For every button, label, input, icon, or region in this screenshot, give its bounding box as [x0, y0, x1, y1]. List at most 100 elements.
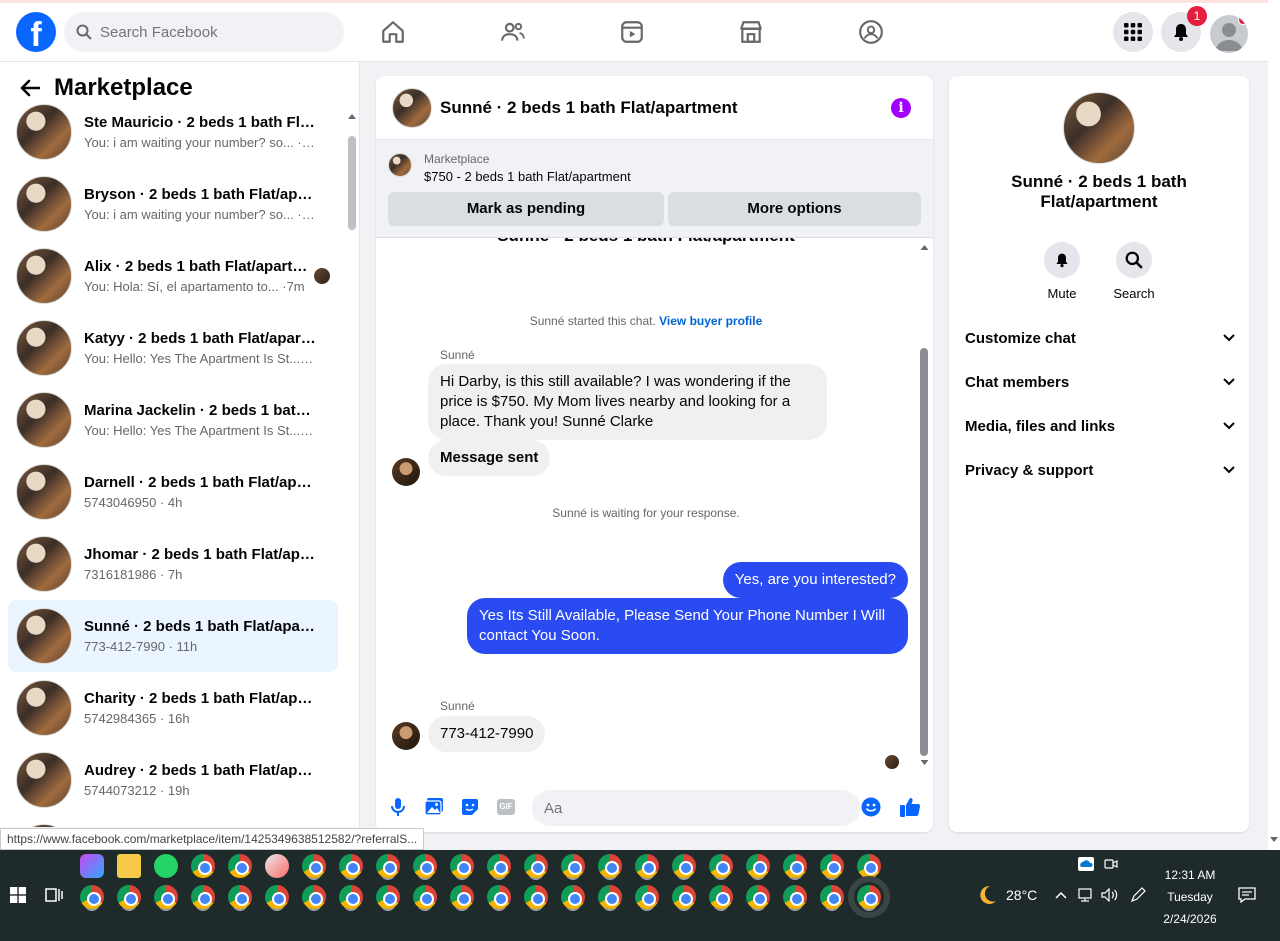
- incoming-message[interactable]: Hi Darby, is this still available? I was…: [428, 364, 827, 440]
- conversation-item[interactable]: Bryson · 2 beds 1 bath Flat/apartment You…: [8, 168, 338, 240]
- chrome-icon[interactable]: [117, 885, 141, 909]
- chrome-icon[interactable]: [376, 885, 400, 909]
- chrome-icon[interactable]: [524, 854, 548, 878]
- video-icon[interactable]: [614, 14, 650, 50]
- search-input[interactable]: [100, 23, 320, 41]
- scroll-down-icon[interactable]: [920, 759, 929, 766]
- microphone-icon[interactable]: [387, 796, 409, 818]
- weather-temperature[interactable]: 28°C: [1006, 887, 1037, 903]
- chrome-icon[interactable]: [783, 854, 807, 878]
- onedrive-icon[interactable]: [1078, 857, 1094, 871]
- search-box[interactable]: [64, 12, 344, 52]
- scrollbar-thumb[interactable]: [920, 348, 928, 756]
- chrome-icon[interactable]: [524, 885, 548, 909]
- chrome-icon[interactable]: [820, 854, 844, 878]
- scroll-up-icon[interactable]: [920, 244, 929, 251]
- conversation-item[interactable]: Ste Mauricio · 2 beds 1 bath Flat/apartm…: [8, 96, 338, 168]
- chrome-icon[interactable]: [339, 854, 363, 878]
- mark-pending-button[interactable]: Mark as pending: [388, 192, 664, 226]
- chat-members-section[interactable]: Chat members: [965, 360, 1235, 404]
- chrome-icon[interactable]: [709, 854, 733, 878]
- incoming-message[interactable]: Message sent: [428, 440, 551, 476]
- sender-avatar[interactable]: [392, 722, 420, 750]
- sidebar-scrollbar[interactable]: [346, 110, 356, 827]
- chrome-icon[interactable]: [820, 885, 844, 909]
- customize-chat-section[interactable]: Customize chat: [965, 316, 1235, 360]
- marketplace-icon[interactable]: [733, 14, 769, 50]
- chrome-icon[interactable]: [672, 854, 696, 878]
- chrome-icon[interactable]: [302, 854, 326, 878]
- search-in-chat-button[interactable]: Search: [1104, 242, 1164, 301]
- message-input-box[interactable]: [532, 790, 860, 826]
- notification-center-icon[interactable]: [1238, 887, 1256, 903]
- conversation-item[interactable]: [8, 816, 338, 827]
- gif-icon[interactable]: GIF: [495, 796, 517, 818]
- task-view-icon[interactable]: [45, 887, 63, 903]
- privacy-support-section[interactable]: Privacy & support: [965, 448, 1235, 492]
- windows-start-icon[interactable]: [10, 887, 26, 903]
- mute-button[interactable]: Mute: [1032, 242, 1092, 301]
- meet-now-icon[interactable]: [1104, 857, 1118, 871]
- chrome-icon[interactable]: [80, 885, 104, 909]
- photo-icon[interactable]: [423, 796, 445, 818]
- facebook-logo[interactable]: f: [16, 12, 56, 52]
- chrome-icon[interactable]: [339, 885, 363, 909]
- chrome-icon[interactable]: [561, 885, 585, 909]
- conversation-item[interactable]: Darnell · 2 beds 1 bath Flat/apartment 57…: [8, 456, 338, 528]
- chrome-icon[interactable]: [376, 854, 400, 878]
- system-clock[interactable]: 12:31 AM Tuesday 2/24/2026: [1150, 864, 1230, 930]
- chat-title[interactable]: Sunné · 2 beds 1 bath Flat/apartment: [440, 98, 738, 118]
- scroll-up-icon[interactable]: [347, 112, 357, 120]
- weather-moon-icon[interactable]: [976, 884, 998, 906]
- emoji-icon[interactable]: [860, 796, 882, 818]
- page-scrollbar[interactable]: [1268, 0, 1280, 850]
- home-icon[interactable]: [375, 14, 411, 50]
- chrome-icon[interactable]: [487, 854, 511, 878]
- like-thumbs-up-icon[interactable]: [899, 796, 921, 818]
- chrome-icon[interactable]: [191, 854, 215, 878]
- chrome-icon[interactable]: [561, 854, 585, 878]
- view-buyer-profile-link[interactable]: View buyer profile: [659, 314, 762, 328]
- chrome-icon[interactable]: [228, 885, 252, 909]
- chrome-icon[interactable]: [450, 885, 474, 909]
- groups-icon[interactable]: [853, 14, 889, 50]
- conversation-item[interactable]: Audrey · 2 beds 1 bath Flat/apartment 574…: [8, 744, 338, 816]
- menu-grid-button[interactable]: [1113, 12, 1153, 52]
- chrome-icon[interactable]: [413, 854, 437, 878]
- friends-icon[interactable]: [495, 14, 531, 50]
- chrome-icon[interactable]: [154, 885, 178, 909]
- outgoing-message[interactable]: Yes Its Still Available, Please Send You…: [467, 598, 908, 654]
- scrollbar-thumb[interactable]: [348, 136, 356, 230]
- paint-icon[interactable]: [265, 854, 289, 878]
- more-options-button[interactable]: More options: [668, 192, 921, 226]
- chevron-up-icon[interactable]: [1055, 891, 1067, 899]
- conversation-item[interactable]: Katyy · 2 beds 1 bath Flat/apartment You:…: [8, 312, 338, 384]
- listing-thumbnail[interactable]: [1063, 92, 1135, 164]
- conversation-item[interactable]: Marina Jackelin · 2 beds 1 bath Flat/apa…: [8, 384, 338, 456]
- chrome-icon[interactable]: [635, 854, 659, 878]
- network-icon[interactable]: [1078, 888, 1094, 902]
- notifications-button[interactable]: 1: [1161, 6, 1207, 52]
- whatsapp-icon[interactable]: [154, 854, 178, 878]
- back-arrow-icon[interactable]: [20, 79, 40, 97]
- message-input[interactable]: [544, 790, 824, 826]
- conversation-item[interactable]: Charity · 2 beds 1 bath Flat/apartment 57…: [8, 672, 338, 744]
- chrome-icon[interactable]: [191, 885, 215, 909]
- chrome-icon[interactable]: [450, 854, 474, 878]
- conversation-item-active[interactable]: Sunné · 2 beds 1 bath Flat/apartment 773-…: [8, 600, 338, 672]
- chrome-icon[interactable]: [302, 885, 326, 909]
- conversation-item[interactable]: Jhomar · 2 beds 1 bath Flat/apartment 731…: [8, 528, 338, 600]
- conversation-item[interactable]: Alix · 2 beds 1 bath Flat/apartment You: …: [8, 240, 338, 312]
- chrome-icon[interactable]: [848, 876, 890, 918]
- chrome-icon[interactable]: [228, 854, 252, 878]
- chat-scrollbar[interactable]: [918, 240, 930, 770]
- chrome-icon[interactable]: [598, 854, 622, 878]
- pen-icon[interactable]: [1130, 887, 1146, 903]
- listing-price-title[interactable]: $750 - 2 beds 1 bath Flat/apartment: [424, 169, 631, 184]
- chrome-icon[interactable]: [783, 885, 807, 909]
- sticker-icon[interactable]: [459, 796, 481, 818]
- incoming-message[interactable]: 773-412-7990: [428, 716, 546, 752]
- chrome-icon[interactable]: [746, 854, 770, 878]
- chrome-icon[interactable]: [709, 885, 733, 909]
- copilot-icon[interactable]: [80, 854, 104, 878]
